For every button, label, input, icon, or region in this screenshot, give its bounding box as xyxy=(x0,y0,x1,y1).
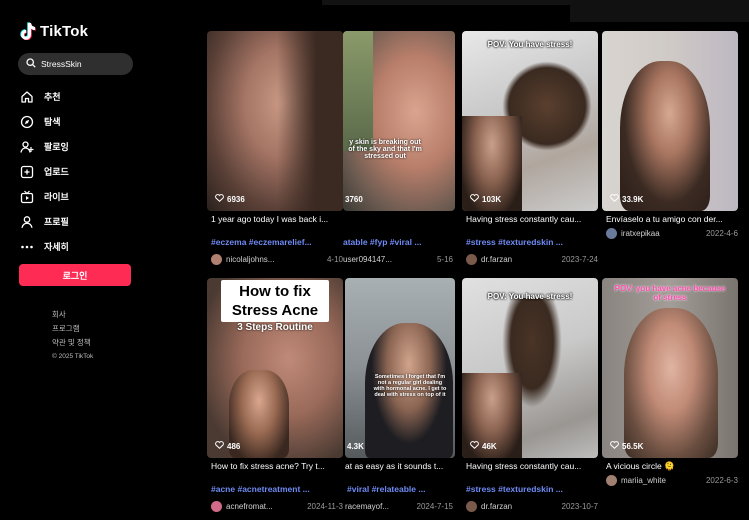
video-description: How to fix stress acne? Try t... xyxy=(211,461,325,471)
post-date: 2022-4-6 xyxy=(705,228,738,238)
view-count: 3760 xyxy=(345,195,363,204)
video-meta: acnefromat... 2024-11-3 xyxy=(211,500,343,512)
video-description: 1 year ago today I was back i... xyxy=(211,214,329,224)
video-card[interactable]: How to fix Stress Acne 3 Steps Routine 4… xyxy=(207,278,343,518)
video-thumbnail[interactable]: POV: You have stress! 103K xyxy=(462,31,598,211)
username[interactable]: acnefromat... xyxy=(226,502,303,511)
avatar[interactable] xyxy=(606,474,617,486)
video-description: Having stress constantly cau... xyxy=(466,461,582,471)
video-overlay-title: How to fix Stress Acne xyxy=(221,280,329,322)
video-meta: mariia_white 2022-6-3 xyxy=(606,474,738,486)
video-description: at as easy as it sounds t... xyxy=(345,461,444,471)
video-grid: 6936 1 year ago today I was back i... #e… xyxy=(0,0,749,520)
video-hashtags[interactable]: #eczema #eczemarelief... xyxy=(211,237,341,247)
video-card[interactable]: POV: You have stress! 103K Having stress… xyxy=(462,31,598,271)
post-date: 2023-10-7 xyxy=(561,501,598,511)
username[interactable]: racemayof... xyxy=(345,502,413,511)
view-count: 4.3K xyxy=(347,442,364,451)
username[interactable]: nicolaljohns... xyxy=(226,255,323,264)
video-meta: racemayof... 2024-7-15 xyxy=(345,500,453,512)
video-thumbnail[interactable]: POV: You have stress! 46K xyxy=(462,278,598,458)
username[interactable]: user094147... xyxy=(343,255,433,264)
video-meta: iratxepikaa 2022-4-6 xyxy=(606,227,738,239)
video-description: A vicious circle 🫠 xyxy=(606,461,675,471)
heart-outline-icon xyxy=(610,441,619,451)
video-overlay-caption: POV: You have stress! xyxy=(487,40,573,49)
video-thumbnail[interactable]: y skin is breaking out of the sky and th… xyxy=(343,31,455,211)
video-overlay-subtitle: 3 Steps Routine xyxy=(237,322,313,333)
video-hashtags[interactable]: #stress #texturedskin ... xyxy=(466,484,596,494)
video-hashtags[interactable]: atable #fyp #viral ... xyxy=(343,237,423,247)
video-thumbnail[interactable]: POV: you have acne because of stress 56.… xyxy=(602,278,738,458)
video-hashtags[interactable]: #viral #relateable ... xyxy=(347,484,477,494)
heart-outline-icon xyxy=(215,441,224,451)
video-thumbnail[interactable]: 33.9K xyxy=(602,31,738,211)
video-card[interactable]: POV: you have acne because of stress 56.… xyxy=(602,278,738,518)
video-overlay-caption: Sometimes I forget that I'm not a regula… xyxy=(373,374,447,398)
video-description: Envíaselo a tu amigo con der... xyxy=(606,214,723,224)
video-overlay-caption: POV: You have stress! xyxy=(487,292,573,301)
heart-outline-icon xyxy=(470,441,479,451)
video-meta: user094147... 5-16 xyxy=(343,253,453,265)
heart-outline-icon xyxy=(215,194,224,204)
post-date: 2024-7-15 xyxy=(416,501,453,511)
video-thumbnail[interactable]: Sometimes I forget that I'm not a regula… xyxy=(345,278,455,458)
username[interactable]: mariia_white xyxy=(621,476,702,485)
post-date: 2023-7-24 xyxy=(561,254,598,264)
post-date: 4-10 xyxy=(326,254,343,264)
video-thumbnail[interactable]: How to fix Stress Acne 3 Steps Routine 4… xyxy=(207,278,343,458)
video-hashtags[interactable]: #stress #texturedskin ... xyxy=(466,237,596,247)
view-count: 46K xyxy=(470,441,497,451)
video-card[interactable]: 33.9K Envíaselo a tu amigo con der... ir… xyxy=(602,31,738,271)
video-card[interactable]: 6936 1 year ago today I was back i... #e… xyxy=(207,31,343,271)
avatar[interactable] xyxy=(606,227,617,239)
video-card[interactable]: Sometimes I forget that I'm not a regula… xyxy=(345,278,455,518)
video-description: Having stress constantly cau... xyxy=(466,214,582,224)
video-hashtags[interactable]: #acne #acnetreatment ... xyxy=(211,484,341,494)
heart-outline-icon xyxy=(610,194,619,204)
heart-outline-icon xyxy=(470,194,479,204)
video-meta: dr.farzan 2023-7-24 xyxy=(466,253,598,265)
view-count: 33.9K xyxy=(610,194,643,204)
video-overlay-caption: POV: you have acne because of stress xyxy=(614,284,726,302)
username[interactable]: dr.farzan xyxy=(481,502,558,511)
video-meta: dr.farzan 2023-10-7 xyxy=(466,500,598,512)
post-date: 2024-11-3 xyxy=(307,501,343,511)
avatar[interactable] xyxy=(211,500,222,512)
video-meta: nicolaljohns... 4-10 xyxy=(211,253,343,265)
post-date: 2022-6-3 xyxy=(705,475,738,485)
view-count: 103K xyxy=(470,194,501,204)
video-overlay-caption: y skin is breaking out of the sky and th… xyxy=(348,139,422,160)
view-count: 56.5K xyxy=(610,441,643,451)
video-card[interactable]: y skin is breaking out of the sky and th… xyxy=(343,31,455,271)
post-date: 5-16 xyxy=(436,254,453,264)
view-count: 486 xyxy=(215,441,240,451)
username[interactable]: iratxepikaa xyxy=(621,229,702,238)
username[interactable]: dr.farzan xyxy=(481,255,558,264)
avatar[interactable] xyxy=(466,500,477,512)
video-card[interactable]: POV: You have stress! 46K Having stress … xyxy=(462,278,598,518)
view-count: 6936 xyxy=(215,194,245,204)
video-thumbnail[interactable]: 6936 xyxy=(207,31,343,211)
avatar[interactable] xyxy=(211,253,222,265)
avatar[interactable] xyxy=(466,253,477,265)
